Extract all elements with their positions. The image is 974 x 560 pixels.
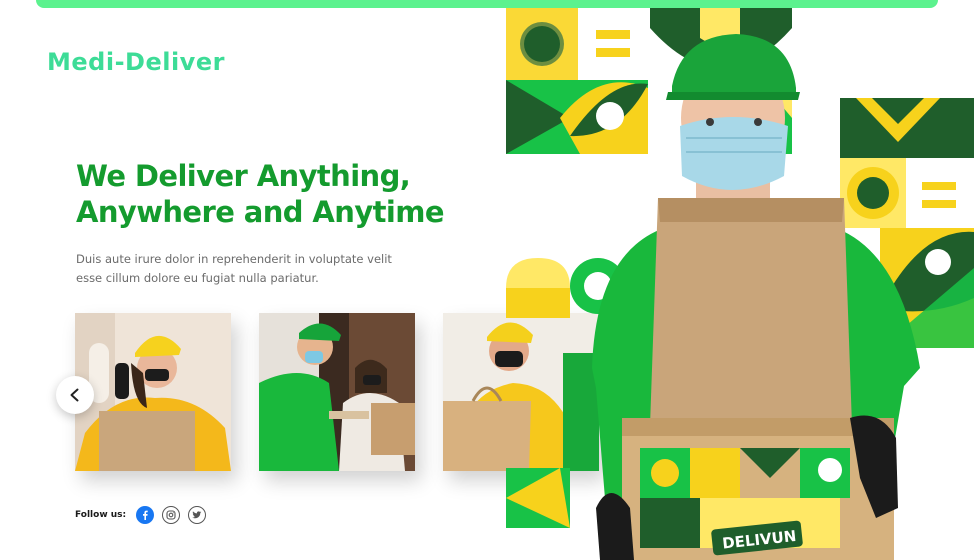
hero-courier-illustration: DELIVUN [506,8,974,560]
twitter-icon[interactable] [188,506,207,524]
twitter-glyph [192,511,202,519]
instagram-glyph [166,510,176,520]
chevron-left-icon [70,388,79,402]
follow-us-label: Follow us: [75,510,127,520]
social-follow-section: Follow us: [75,506,214,524]
facebook-glyph [143,510,148,520]
headline-line-2: Anywhere and Anytime [76,195,445,229]
hero-description: Duis aute irure dolor in reprehenderit i… [76,252,392,285]
gallery-thumbnail-courier-phone[interactable] [75,313,231,471]
headline-line-1: We Deliver Anything, [76,159,411,193]
carousel-prev-button[interactable] [56,376,94,414]
brand-logo-text[interactable]: Medi-Deliver [47,48,225,76]
courier-handover-photo [259,313,415,471]
courier-phone-photo [75,313,231,471]
facebook-icon[interactable] [136,506,155,524]
top-accent-bar [36,0,938,8]
instagram-icon[interactable] [162,506,181,524]
hero-headline: We Deliver Anything, Anywhere and Anytim… [76,158,476,230]
gallery-thumbnail-courier-handover[interactable] [259,313,415,471]
